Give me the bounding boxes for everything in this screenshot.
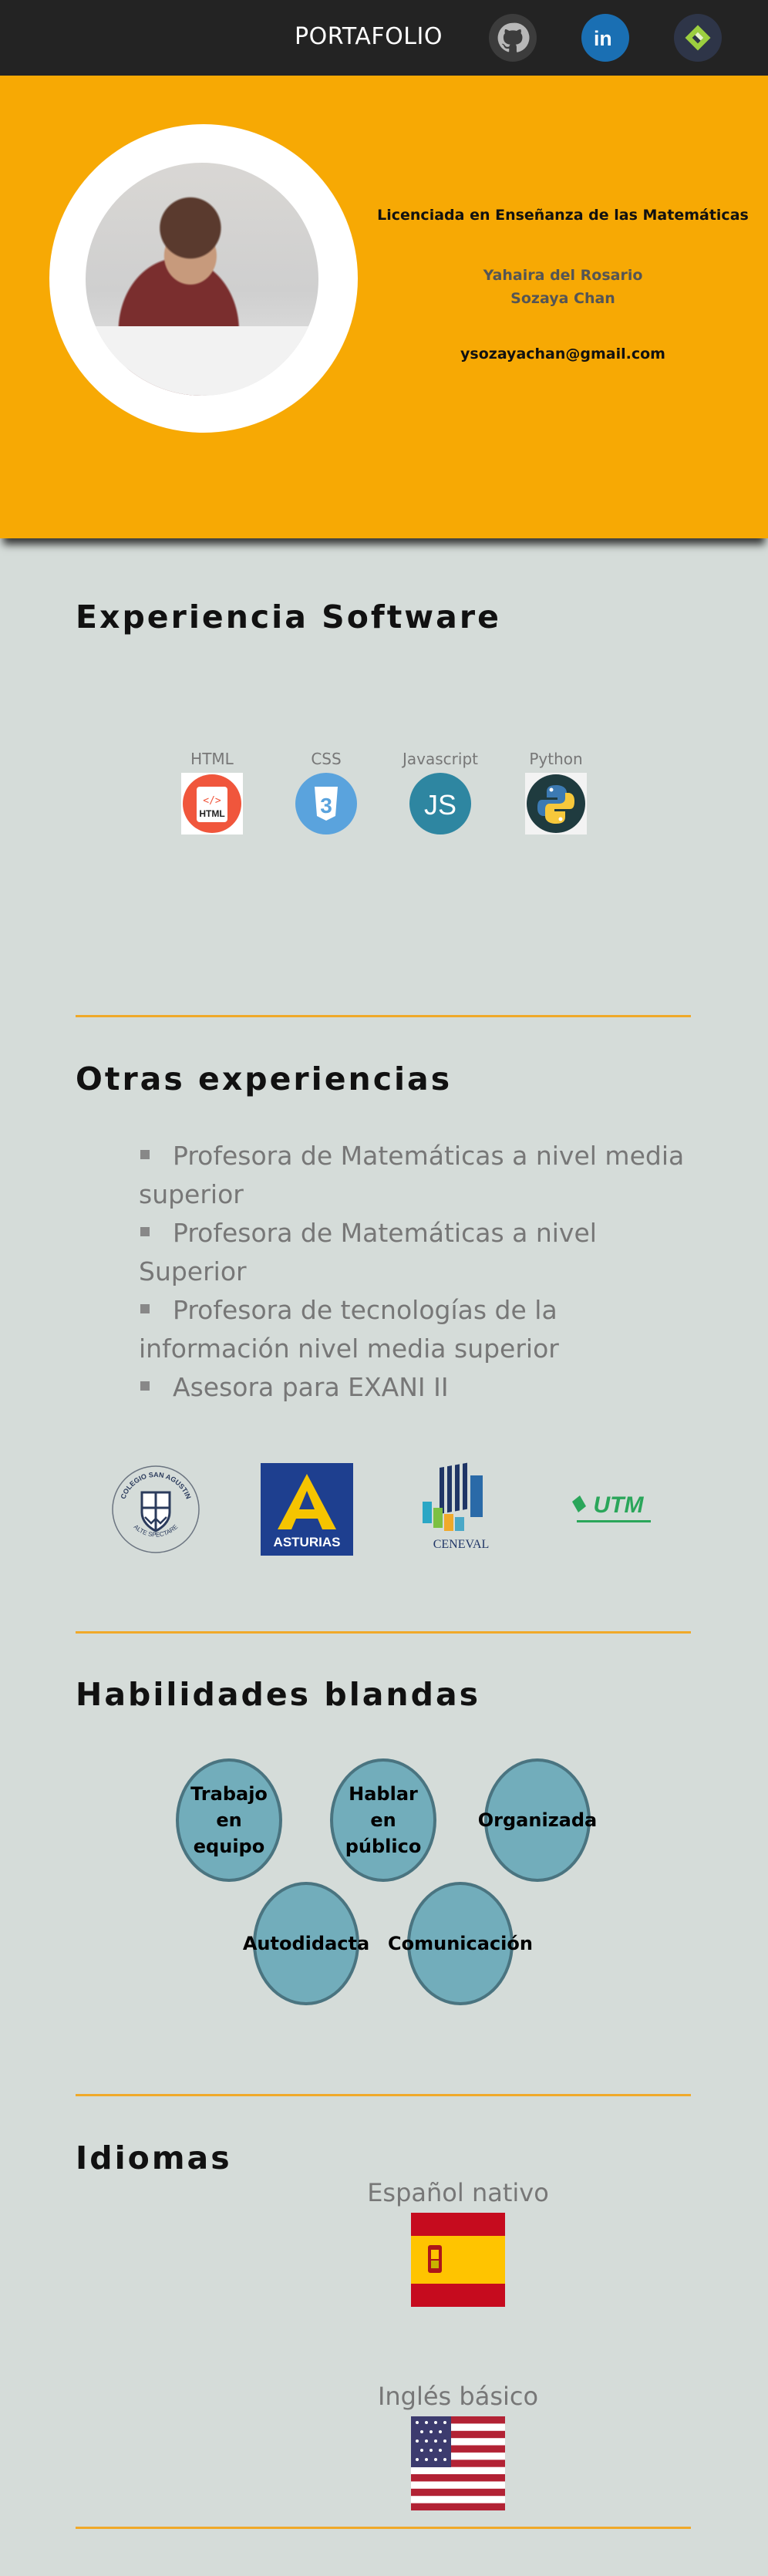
github-icon[interactable] bbox=[489, 14, 537, 62]
list-item: Profesora de Matemáticas a nivel Superio… bbox=[139, 1214, 694, 1291]
profile-photo-frame bbox=[49, 124, 358, 433]
linkedin-icon[interactable]: in bbox=[581, 14, 629, 62]
experience-item-text: Profesora de tecnologías de la informaci… bbox=[139, 1295, 559, 1364]
section-divider bbox=[76, 2527, 691, 2529]
spain-flag-icon bbox=[411, 2213, 505, 2307]
skill-organized: Organizada bbox=[478, 1758, 597, 1882]
software-item-html: HTML </> HTML bbox=[170, 750, 254, 835]
skill-teamwork: Trabajo en equipo bbox=[176, 1758, 282, 1882]
software-label: Javascript bbox=[403, 750, 478, 768]
asturias-logo-text: ASTURIAS bbox=[274, 1535, 341, 1549]
section-divider bbox=[76, 1631, 691, 1634]
experience-item-text: Asesora para EXANI II bbox=[173, 1372, 449, 1402]
js-badge-text: JS bbox=[424, 789, 456, 821]
software-item-css: CSS 3 bbox=[284, 750, 369, 835]
language-spanish-label: Español nativo bbox=[367, 2178, 549, 2207]
software-label: Python bbox=[529, 750, 583, 768]
ceneval-logo-text: CENEVAL bbox=[433, 1538, 490, 1551]
skill-communication: Comunicación bbox=[388, 1882, 533, 2005]
html-icon: </> HTML bbox=[181, 773, 243, 835]
freelancer-icon[interactable] bbox=[674, 14, 722, 62]
section-divider bbox=[76, 2094, 691, 2096]
python-icon bbox=[525, 773, 587, 835]
degree-text: Licenciada en Enseñanza de las Matemátic… bbox=[377, 207, 749, 224]
languages-heading: Idiomas bbox=[76, 2139, 232, 2176]
experience-item-text: Profesora de Matemáticas a nivel Superio… bbox=[139, 1218, 597, 1286]
top-navbar: PORTAFOLIO in bbox=[0, 0, 768, 76]
svg-text:in: in bbox=[594, 27, 612, 50]
site-title[interactable]: PORTAFOLIO bbox=[295, 23, 443, 50]
profile-photo bbox=[86, 163, 318, 396]
software-item-python: Python bbox=[514, 750, 598, 835]
experience-list: Profesora de Matemáticas a nivel media s… bbox=[139, 1137, 694, 1407]
software-label: HTML bbox=[190, 750, 234, 768]
bullet-icon bbox=[140, 1226, 150, 1236]
email-link[interactable]: ysozayachan@gmail.com bbox=[370, 346, 756, 362]
bullet-icon bbox=[140, 1381, 150, 1391]
hero-banner: Licenciada en Enseñanza de las Matemátic… bbox=[0, 76, 768, 538]
skill-public-speaking: Hablar en público bbox=[330, 1758, 436, 1882]
name-line-1: Yahaira del Rosario bbox=[483, 267, 643, 284]
software-label: CSS bbox=[311, 750, 342, 768]
css-icon: 3 bbox=[295, 773, 357, 835]
bullet-icon bbox=[140, 1303, 150, 1313]
utm-logo: UTM bbox=[564, 1462, 660, 1557]
bullet-icon bbox=[140, 1149, 150, 1159]
utm-logo-text: UTM bbox=[594, 1492, 645, 1518]
list-item: Profesora de tecnologías de la informaci… bbox=[139, 1291, 694, 1368]
usa-flag-icon bbox=[411, 2416, 505, 2510]
experience-item-text: Profesora de Matemáticas a nivel media s… bbox=[139, 1141, 685, 1209]
soft-skills-heading: Habilidades blandas bbox=[76, 1676, 481, 1713]
name-line-2: Sozaya Chan bbox=[510, 290, 615, 307]
software-item-javascript: Javascript JS bbox=[398, 750, 483, 835]
javascript-icon: JS bbox=[409, 773, 471, 835]
ceneval-logo: CENEVAL bbox=[413, 1462, 509, 1557]
colegio-san-agustin-logo: COLEGIO SAN AGUSTIN ALTE SPECTARE bbox=[108, 1462, 204, 1557]
list-item: Profesora de Matemáticas a nivel media s… bbox=[139, 1137, 694, 1214]
full-name: Yahaira del Rosario Sozaya Chan bbox=[370, 264, 756, 310]
list-item: Asesora para EXANI II bbox=[139, 1368, 694, 1407]
svg-text:</>: </> bbox=[203, 795, 221, 807]
asturias-logo: ASTURIAS bbox=[259, 1462, 355, 1557]
css-badge-text: 3 bbox=[320, 794, 332, 818]
experience-heading: Otras experiencias bbox=[76, 1060, 453, 1097]
software-heading: Experiencia Software bbox=[76, 598, 501, 636]
language-english-label: Inglés básico bbox=[377, 2382, 539, 2411]
section-divider bbox=[76, 1015, 691, 1017]
html-badge-text: HTML bbox=[199, 808, 224, 819]
skill-self-taught: Autodidacta bbox=[243, 1882, 369, 2005]
